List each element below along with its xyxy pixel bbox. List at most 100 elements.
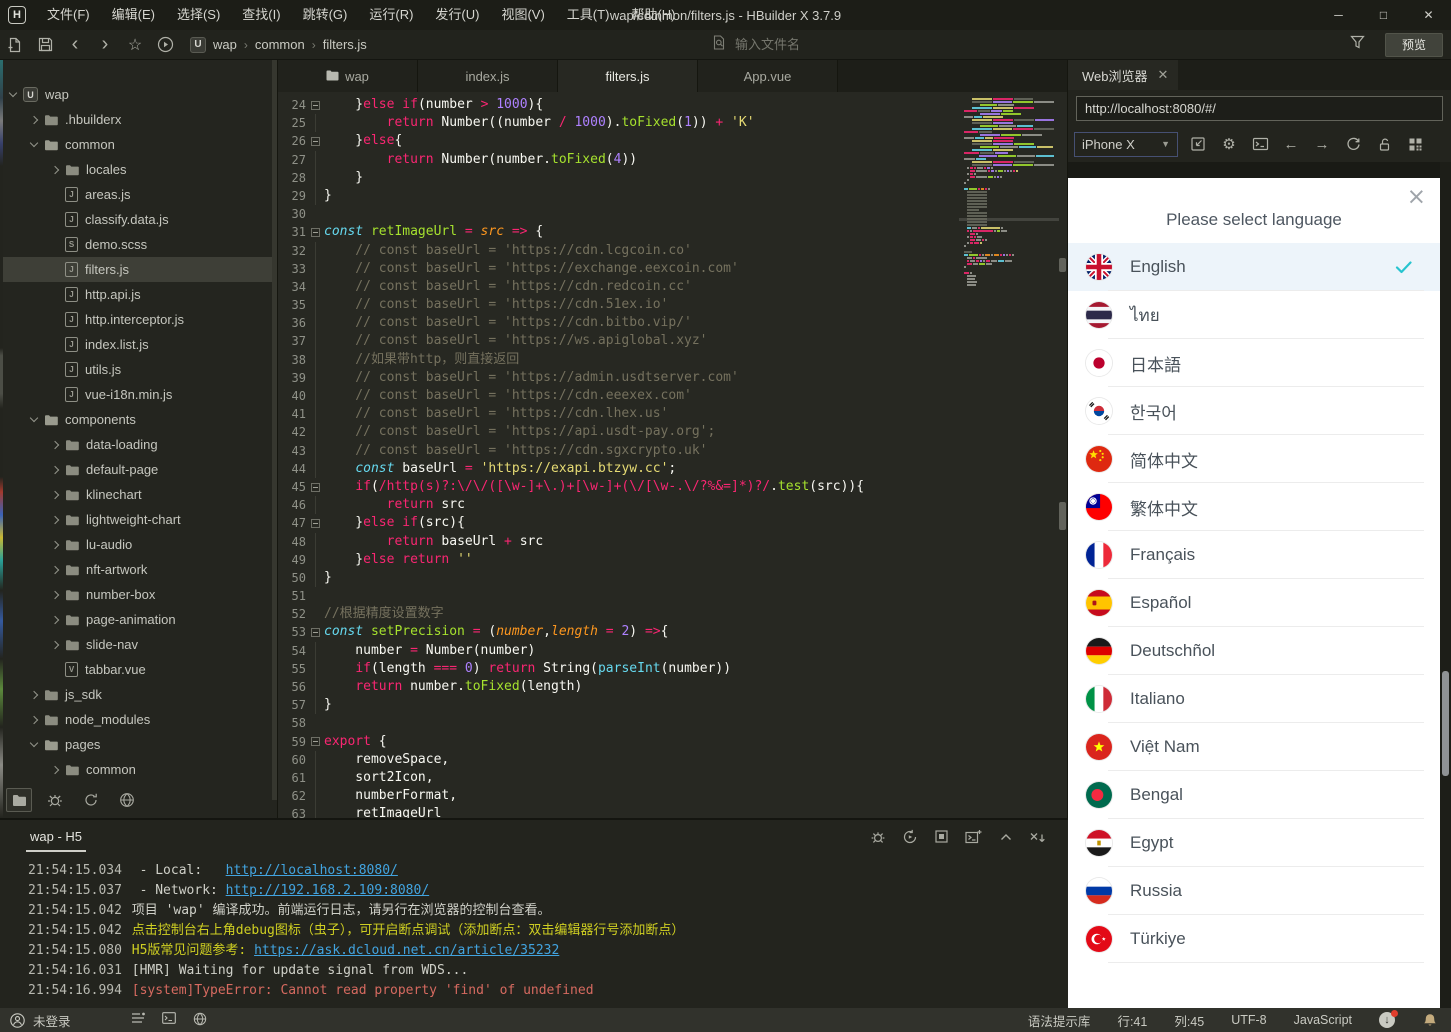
language-option[interactable]: Türkiye <box>1068 915 1440 963</box>
line-number[interactable]: 58 <box>278 714 306 732</box>
chevron-collapsed-icon[interactable] <box>50 615 60 624</box>
new-terminal-icon[interactable] <box>965 828 982 845</box>
editor-tab[interactable]: index.js <box>418 60 558 92</box>
terminal-status-icon[interactable] <box>161 1011 176 1029</box>
save-icon[interactable] <box>30 32 60 58</box>
browser-forward-icon[interactable]: → <box>1311 133 1333 155</box>
user-account-icon[interactable] <box>10 1012 25 1028</box>
tree-item-common[interactable]: common <box>0 757 277 782</box>
menu-item[interactable]: 发行(U) <box>424 0 490 30</box>
settings-gear-icon[interactable]: ⚙ <box>1218 133 1240 155</box>
chevron-collapsed-icon[interactable] <box>50 465 60 474</box>
status-item[interactable]: 列:45 <box>1174 1011 1204 1030</box>
update-download-icon[interactable]: ↓ <box>1379 1009 1398 1029</box>
breadcrumb-item[interactable]: wap <box>213 37 237 52</box>
tree-item-http-interceptor-js[interactable]: Jhttp.interceptor.js <box>0 307 277 332</box>
line-number[interactable]: 38 <box>278 351 306 369</box>
tree-item-wap[interactable]: Uwap <box>0 82 277 107</box>
language-option[interactable]: Việt Nam <box>1068 723 1440 771</box>
sync-view-icon[interactable] <box>78 788 104 812</box>
fold-toggle-icon[interactable] <box>306 733 324 751</box>
minimap[interactable] <box>959 98 1059 287</box>
breadcrumb-item[interactable]: common <box>255 37 305 52</box>
language-option[interactable]: Español <box>1068 579 1440 627</box>
language-option[interactable]: 简体中文 <box>1068 435 1440 483</box>
tree-item-http-api-js[interactable]: Jhttp.api.js <box>0 282 277 307</box>
breadcrumb-item[interactable]: filters.js <box>323 37 367 52</box>
maximize-button[interactable]: □ <box>1361 0 1406 30</box>
qrcode-icon[interactable] <box>1404 133 1426 155</box>
tree-item-slide-nav[interactable]: slide-nav <box>0 632 277 657</box>
line-number[interactable]: 29 <box>278 187 306 205</box>
line-number[interactable]: 53 <box>278 623 306 641</box>
editor-scrollbar-thumb[interactable] <box>1059 502 1066 530</box>
tree-item-vue-i18n-min-js[interactable]: Jvue-i18n.min.js <box>0 382 277 407</box>
debug-bug-icon[interactable] <box>869 828 886 845</box>
language-option[interactable]: 日本語 <box>1068 339 1440 387</box>
unlock-icon[interactable] <box>1373 133 1395 155</box>
tree-item-filters-js[interactable]: Jfilters.js <box>0 257 277 282</box>
menu-item[interactable]: 选择(S) <box>166 0 231 30</box>
line-number[interactable]: 31 <box>278 223 306 241</box>
line-number[interactable]: 49 <box>278 551 306 569</box>
log-link[interactable]: http://localhost:8080/ <box>226 861 398 881</box>
new-file-icon[interactable] <box>0 32 30 58</box>
browser-back-icon[interactable]: ← <box>1280 133 1302 155</box>
browser-refresh-icon[interactable] <box>1342 133 1364 155</box>
line-number[interactable]: 59 <box>278 733 306 751</box>
stop-icon[interactable] <box>933 828 950 845</box>
language-option[interactable]: 繁体中文 <box>1068 483 1440 531</box>
menu-item[interactable]: 视图(V) <box>490 0 555 30</box>
line-number[interactable]: 40 <box>278 387 306 405</box>
tree-item-demo-scss[interactable]: Sdemo.scss <box>0 232 277 257</box>
run-icon[interactable] <box>150 32 180 58</box>
language-option[interactable]: Deutschñol <box>1068 627 1440 675</box>
chevron-expanded-icon[interactable] <box>8 88 18 98</box>
editor-tab[interactable]: filters.js <box>558 60 698 92</box>
line-number[interactable]: 52 <box>278 605 306 623</box>
line-number[interactable]: 26 <box>278 132 306 150</box>
line-number[interactable]: 36 <box>278 314 306 332</box>
status-item[interactable]: UTF-8 <box>1231 1013 1266 1027</box>
line-number[interactable]: 50 <box>278 569 306 587</box>
browser-tab[interactable]: Web浏览器 ✕ <box>1068 60 1179 90</box>
line-number[interactable]: 43 <box>278 442 306 460</box>
line-number[interactable]: 54 <box>278 642 306 660</box>
tree-item-klinechart[interactable]: klinechart <box>0 482 277 507</box>
status-item[interactable]: JavaScript <box>1294 1013 1352 1027</box>
tree-item-js-sdk[interactable]: js_sdk <box>0 682 277 707</box>
line-number[interactable]: 35 <box>278 296 306 314</box>
tree-item--hbuilderx[interactable]: .hbuilderx <box>0 107 277 132</box>
line-number[interactable]: 41 <box>278 405 306 423</box>
tree-item-default-page[interactable]: default-page <box>0 457 277 482</box>
chevron-collapsed-icon[interactable] <box>50 590 60 599</box>
line-number[interactable]: 39 <box>278 369 306 387</box>
outline-list-icon[interactable] <box>131 1012 145 1029</box>
chevron-collapsed-icon[interactable] <box>29 115 39 124</box>
tree-item-lu-audio[interactable]: lu-audio <box>0 532 277 557</box>
browser-console-icon[interactable] <box>1249 133 1271 155</box>
network-globe-icon[interactable] <box>193 1012 207 1029</box>
tree-item-index-list-js[interactable]: Jindex.list.js <box>0 332 277 357</box>
line-number[interactable]: 55 <box>278 660 306 678</box>
console-tab[interactable]: wap - H5 <box>26 829 87 852</box>
tree-item-utils-js[interactable]: Jutils.js <box>0 357 277 382</box>
line-number[interactable]: 30 <box>278 205 306 223</box>
line-number[interactable]: 28 <box>278 169 306 187</box>
tree-item-data-loading[interactable]: data-loading <box>0 432 277 457</box>
line-number[interactable]: 33 <box>278 260 306 278</box>
clear-console-icon[interactable] <box>1029 828 1046 845</box>
code-area[interactable]: 24 }else if(number > 1000){25 return Num… <box>278 92 1067 818</box>
chevron-collapsed-icon[interactable] <box>50 640 60 649</box>
collapse-panel-icon[interactable] <box>997 828 1014 845</box>
language-option[interactable]: Egypt <box>1068 819 1440 867</box>
line-number[interactable]: 42 <box>278 423 306 441</box>
line-number[interactable]: 63 <box>278 805 306 818</box>
menu-item[interactable]: 跳转(G) <box>292 0 359 30</box>
line-number[interactable]: 37 <box>278 332 306 350</box>
language-option[interactable]: Bengal <box>1068 771 1440 819</box>
language-option[interactable]: Français <box>1068 531 1440 579</box>
status-item[interactable]: 行:41 <box>1117 1011 1147 1030</box>
minimize-button[interactable]: ─ <box>1316 0 1361 30</box>
tree-item-number-box[interactable]: number-box <box>0 582 277 607</box>
